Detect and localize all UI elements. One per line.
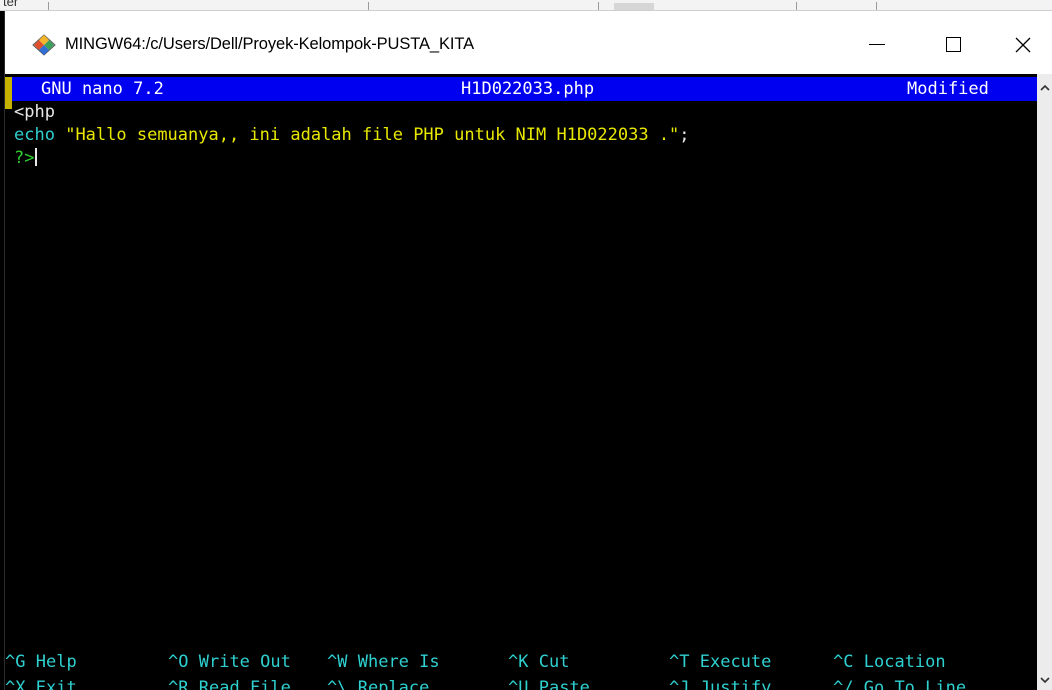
window-title: MINGW64:/c/Users/Dell/Proyek-Kelompok-PU… — [65, 35, 475, 53]
echo-keyword: echo — [14, 125, 55, 145]
shortcut-replace[interactable]: ^\ Replace — [327, 677, 429, 690]
shortcut-cut[interactable]: ^K Cut — [508, 651, 569, 674]
shortcut-where-is[interactable]: ^W Where Is — [327, 651, 440, 674]
text-cursor — [35, 148, 38, 166]
modified-indicator: Modified — [907, 79, 989, 99]
background-separator — [598, 2, 599, 10]
background-window-strip: ter — [0, 0, 1052, 11]
nano-status-bar: GNU nano 7.2 H1D022033.php Modified — [12, 77, 1037, 101]
maximize-icon — [945, 37, 961, 52]
string-literal: "Hallo semuanya,, ini adalah file PHP un… — [65, 125, 680, 145]
scroll-up-button[interactable] — [1037, 80, 1052, 96]
shortcut-row-1: ^G Help ^O Write Out ^W Where Is ^K Cut … — [5, 651, 1037, 675]
nano-version: GNU nano 7.2 — [41, 79, 164, 99]
shortcut-read-file[interactable]: ^R Read File — [168, 677, 291, 690]
minimize-button[interactable] — [849, 11, 905, 74]
scroll-down-button[interactable] — [1037, 672, 1052, 688]
minimize-icon — [869, 44, 885, 45]
shortcut-justify[interactable]: ^J Justify — [669, 677, 771, 690]
code-line-2[interactable]: echo "Hallo semuanya,, ini adalah file P… — [14, 124, 690, 147]
shortcut-paste[interactable]: ^U Paste — [508, 677, 590, 690]
close-button[interactable] — [995, 11, 1051, 74]
terminal-area[interactable]: GNU nano 7.2 H1D022033.php Modified <php… — [5, 74, 1037, 690]
shortcut-write-out[interactable]: ^O Write Out — [168, 651, 291, 674]
chevron-up-icon — [1040, 84, 1050, 91]
background-tab — [614, 3, 654, 10]
background-separator — [796, 2, 797, 10]
background-separator — [48, 2, 49, 10]
title-bar[interactable]: MINGW64:/c/Users/Dell/Proyek-Kelompok-PU… — [5, 11, 1052, 74]
background-window-text: ter — [3, 0, 19, 9]
background-separator — [368, 2, 369, 10]
php-close-tag: ?> — [14, 148, 35, 168]
shortcut-exit[interactable]: ^X Exit — [5, 677, 77, 690]
shortcut-row-2: ^X Exit ^R Read File ^\ Replace ^U Paste… — [5, 677, 1037, 690]
background-separator — [876, 2, 877, 10]
git-bash-icon — [32, 34, 56, 56]
shortcut-help[interactable]: ^G Help — [5, 651, 77, 674]
code-line-3[interactable]: ?> — [14, 147, 38, 170]
statement-terminator: ; — [679, 125, 690, 145]
shortcut-execute[interactable]: ^T Execute — [669, 651, 771, 674]
chevron-down-icon — [1040, 677, 1050, 684]
shortcut-go-to-line[interactable]: ^/ Go To Line — [833, 677, 966, 690]
close-icon — [1015, 37, 1031, 52]
vertical-scrollbar[interactable] — [1037, 74, 1052, 690]
selection-marker — [5, 77, 12, 109]
code-line-1[interactable]: <php — [14, 101, 55, 124]
shortcut-location[interactable]: ^C Location — [833, 651, 946, 674]
terminal-window: MINGW64:/c/Users/Dell/Proyek-Kelompok-PU… — [4, 11, 1052, 690]
file-name: H1D022033.php — [461, 79, 595, 99]
maximize-button[interactable] — [925, 11, 981, 74]
